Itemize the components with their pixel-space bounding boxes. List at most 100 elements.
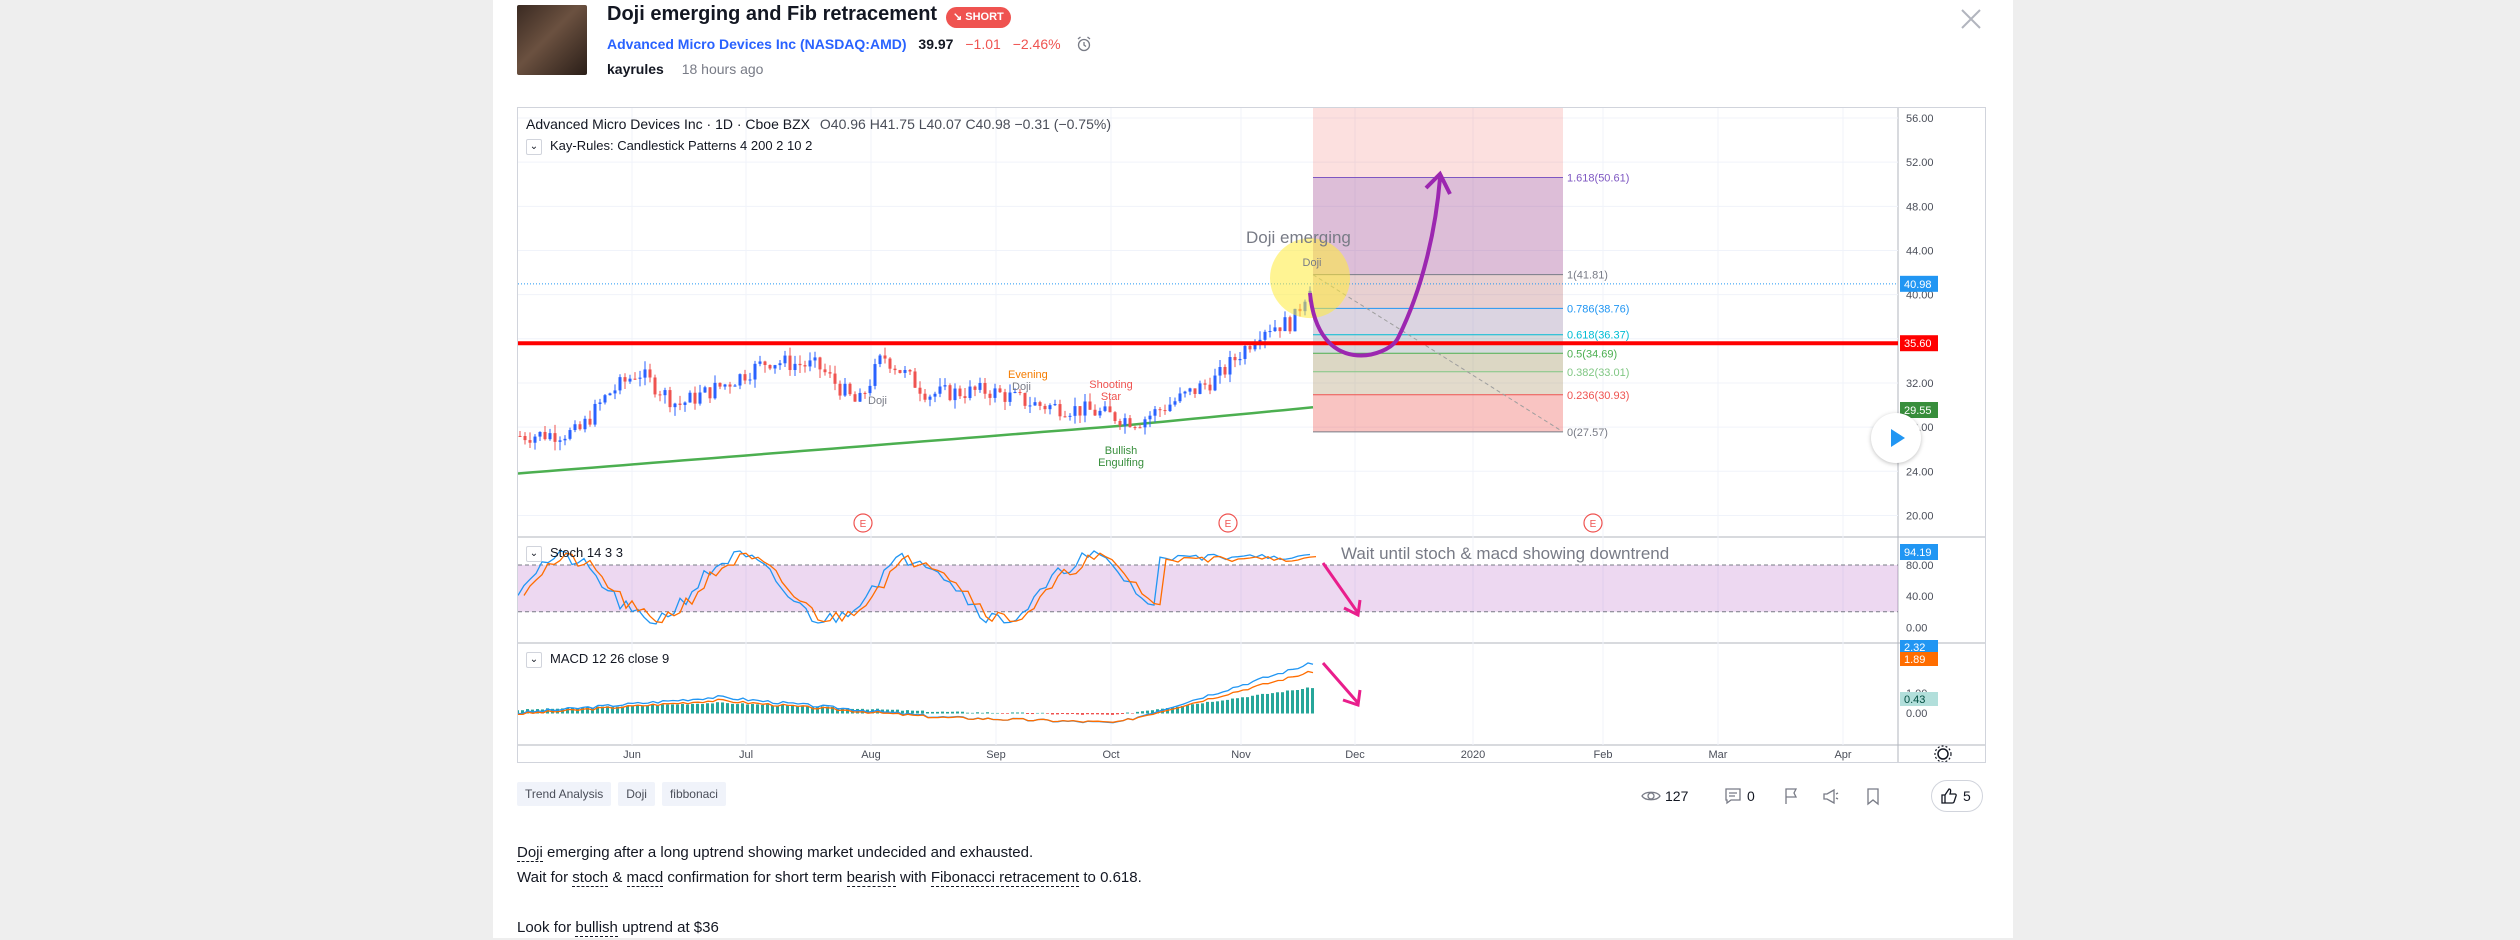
candle-body — [733, 385, 737, 387]
candle-body — [1068, 415, 1072, 417]
macd-histogram-bar — [946, 711, 949, 714]
candle-body — [753, 363, 757, 380]
candle-body — [658, 394, 662, 396]
macd-histogram-bar — [1061, 713, 1064, 714]
chevron-down-icon[interactable]: ⌄ — [526, 652, 542, 668]
comments-count: 0 — [1747, 788, 1755, 804]
candle-body — [948, 385, 952, 401]
candle-body — [1233, 357, 1237, 361]
macd-histogram-bar — [636, 705, 639, 714]
candles-indicator-legend: ⌄ Kay-Rules: Candlestick Patterns 4 200 2… — [526, 138, 812, 155]
candle-body — [933, 393, 937, 397]
macd-histogram-bar — [681, 703, 684, 714]
stats-bar: 127 0 5 — [1641, 780, 1983, 812]
tag-trend-analysis[interactable]: Trend Analysis — [517, 782, 612, 806]
candle-body — [673, 403, 677, 408]
play-button[interactable] — [1871, 413, 1921, 463]
bookmark-icon[interactable] — [1863, 784, 1887, 808]
like-button[interactable]: 5 — [1931, 780, 1983, 812]
time-tick-label: Nov — [1231, 749, 1251, 761]
candle-body — [1008, 392, 1012, 402]
macd-histogram-bar — [1146, 710, 1149, 714]
chevron-down-icon[interactable]: ⌄ — [526, 139, 542, 155]
like-count: 5 — [1963, 788, 1971, 804]
macd-histogram-bar — [741, 703, 744, 714]
symbol-link[interactable]: NASDAQ:AMD — [805, 36, 902, 52]
candle-body — [793, 363, 797, 371]
candle-body — [923, 393, 927, 400]
candle-body — [1003, 392, 1007, 402]
candle-body — [873, 364, 877, 386]
price-tick-label: 52.00 — [1906, 157, 1934, 169]
macd-badge: 1.89 — [1904, 654, 1925, 666]
support-price-badge: 35.60 — [1904, 338, 1932, 350]
stoch-label: Stoch 14 3 3 — [550, 545, 623, 560]
macd-histogram-bar — [1131, 713, 1134, 714]
macd-histogram-bar — [1001, 713, 1004, 714]
company-link[interactable]: Advanced Micro Devices Inc — [607, 36, 796, 52]
comments-button[interactable]: 0 — [1723, 784, 1755, 808]
candle-body — [798, 363, 802, 366]
macd-histogram-bar — [911, 710, 914, 714]
macd-histogram-bar — [701, 703, 704, 714]
candle-body — [1218, 367, 1222, 376]
candle-body — [1158, 409, 1162, 411]
candle-body — [1198, 383, 1202, 394]
macd-histogram-bar — [736, 704, 739, 714]
share-icon[interactable] — [1821, 784, 1845, 808]
short-badge-label: SHORT — [965, 11, 1004, 23]
desc-text: & — [608, 869, 627, 886]
macd-histogram-bar — [1076, 713, 1079, 715]
candle-body — [1058, 404, 1062, 417]
earnings-marker-label: E — [1590, 519, 1597, 530]
desc-link-stoch[interactable]: stoch — [572, 869, 609, 887]
candle-body — [888, 358, 892, 369]
alarm-clock-icon[interactable] — [1076, 36, 1092, 52]
time-tick-label: Sep — [986, 749, 1006, 761]
candle-body — [973, 386, 977, 390]
close-icon[interactable] — [1958, 6, 1984, 32]
candle-body — [1208, 384, 1212, 391]
candle-body — [998, 388, 1002, 393]
desc-link-bullish[interactable]: bullish — [575, 919, 618, 937]
candle-body — [568, 430, 572, 439]
macd-histogram-bar — [641, 705, 644, 714]
desc-link-macd[interactable]: macd — [626, 869, 664, 887]
author-avatar[interactable] — [517, 5, 587, 75]
macd-histogram-bar — [1101, 713, 1104, 715]
desc-link-fibonacci[interactable]: Fibonacci retracement — [930, 869, 1080, 887]
macd-histogram-bar — [1086, 713, 1089, 715]
candle-body — [813, 357, 817, 361]
macd-histogram-bar — [1226, 699, 1229, 714]
pattern-label-doji: Doji — [868, 395, 887, 407]
tag-doji[interactable]: Doji — [618, 782, 655, 806]
candle-body — [1238, 358, 1242, 361]
candle-body — [903, 369, 907, 373]
macd-histogram-bar — [791, 705, 794, 714]
macd-histogram-bar — [1296, 690, 1299, 714]
macd-histogram-bar — [1056, 713, 1059, 715]
idea-card: Doji emerging and Fib retracement ↘ SHOR… — [493, 0, 2013, 938]
desc-link-bearish[interactable]: bearish — [846, 869, 896, 887]
macd-histogram-bar — [686, 704, 689, 714]
candle-body — [1028, 405, 1032, 407]
candle-body — [978, 382, 982, 390]
macd-histogram-bar — [956, 711, 959, 714]
short-badge: ↘ SHORT — [946, 7, 1011, 28]
candle-body — [1023, 393, 1027, 406]
candle-body — [853, 394, 857, 402]
candle-body — [843, 383, 847, 396]
chevron-down-icon[interactable]: ⌄ — [526, 546, 542, 562]
flag-icon[interactable] — [1781, 784, 1805, 808]
macd-histogram-bar — [1246, 697, 1249, 714]
macd-histogram-bar — [726, 703, 729, 714]
chart-widget[interactable]: 56.0052.0048.0044.0040.0036.0032.0028.00… — [517, 107, 1986, 763]
author-name[interactable]: kayrules — [607, 61, 664, 77]
macd-histogram-bar — [921, 710, 924, 714]
desc-link-doji[interactable]: Doji — [517, 844, 543, 862]
tag-fibbonaci[interactable]: fibbonaci — [661, 782, 726, 806]
fib-zone — [1313, 394, 1563, 432]
chart-canvas[interactable]: 56.0052.0048.0044.0040.0036.0032.0028.00… — [518, 108, 1986, 763]
views-stat: 127 — [1641, 784, 1688, 808]
time-tick-label: Mar — [1709, 749, 1728, 761]
